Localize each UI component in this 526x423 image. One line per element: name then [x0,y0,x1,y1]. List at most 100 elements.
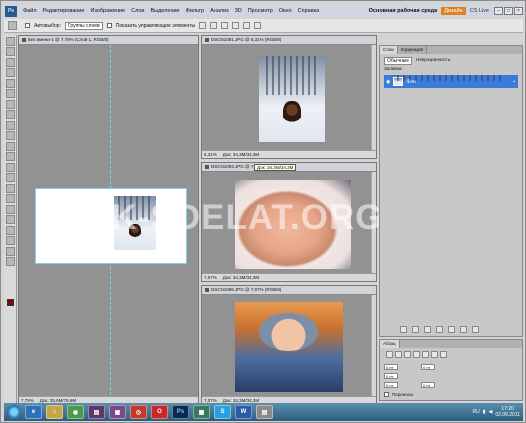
tab-adjustments[interactable]: Коррекция [398,46,428,54]
crop-tool[interactable] [6,78,15,88]
vertical-scrollbar[interactable] [371,45,376,150]
new-group-icon[interactable] [448,326,455,333]
eyedropper-tool[interactable] [6,89,15,98]
hyphenation-checkbox[interactable] [384,392,389,397]
taskbar-app-media[interactable]: ▤ [88,405,105,419]
add-mask-icon[interactable] [424,326,431,333]
tab-layers[interactable]: Слои [380,46,398,54]
move-tool[interactable] [6,36,15,46]
clone-tool[interactable] [6,120,15,130]
adjustment-layer-icon[interactable] [436,326,443,333]
placed-photo-snow[interactable] [114,196,156,250]
tab-dscn1081[interactable]: DSCN1081.JPG @ 5,31% (RGB/8) [202,36,376,45]
menu-edit[interactable]: Редактирование [40,8,88,14]
align-top-icon[interactable] [199,22,207,29]
cs-live-button[interactable]: CS Live [470,8,489,14]
align-right-text-icon[interactable] [404,351,411,358]
quick-select-tool[interactable] [6,68,15,77]
justify-right-icon[interactable] [431,351,438,358]
eraser-tool[interactable] [6,141,15,151]
new-layer-icon[interactable] [460,326,467,333]
close-icon[interactable]: × [514,7,523,15]
3d-rotate-tool[interactable] [6,225,15,235]
taskbar-app-player[interactable]: ▣ [109,405,126,419]
taskbar-app-chrome[interactable]: ◉ [67,405,84,419]
tab-dscn1096[interactable]: DSCN1096.JPG @ 7,07% (RGB/8) [202,286,376,295]
hand-tool[interactable] [6,246,15,256]
layer-row-background[interactable]: ◉ Фон ▪ [384,75,518,88]
history-brush-tool[interactable] [6,131,15,140]
autoselect-checkbox[interactable] [25,23,30,28]
dodge-tool[interactable] [6,173,15,182]
type-tool[interactable] [6,194,15,203]
maximize-icon[interactable]: □ [504,7,513,15]
menu-window[interactable]: Окно [276,8,295,14]
gradient-tool[interactable] [6,152,15,161]
zoom-readout[interactable]: 7,07% [204,274,217,281]
align-right-icon[interactable] [254,22,262,29]
minimize-icon[interactable]: – [494,7,503,15]
taskbar-app-explorer[interactable]: ⌂ [46,405,63,419]
justify-left-icon[interactable] [413,351,420,358]
blur-tool[interactable] [6,162,15,172]
path-select-tool[interactable] [6,204,15,214]
visibility-eye-icon[interactable]: ◉ [386,79,390,85]
tab-paragraph[interactable]: Абзац [380,340,400,348]
menu-help[interactable]: Справка [295,8,323,14]
language-indicator[interactable]: RU [472,409,479,415]
trash-icon[interactable] [472,326,479,333]
marquee-tool[interactable] [6,47,15,56]
shape-tool[interactable] [6,215,15,224]
autoselect-dropdown[interactable]: Группы слоев [64,21,103,30]
taskbar-app-word[interactable]: W [235,405,252,419]
align-center-text-icon[interactable] [395,351,402,358]
zoom-tool[interactable] [6,257,15,266]
zoom-readout[interactable]: 5,31% [204,151,217,158]
taskbar-app-calc[interactable]: ▦ [193,405,210,419]
space-before-input[interactable]: 0 пт [384,382,398,388]
indent-right-input[interactable]: 0 пт [421,364,435,370]
healing-tool[interactable] [6,99,15,109]
3d-orbit-tool[interactable] [6,236,15,245]
vertical-scrollbar[interactable] [371,172,376,273]
move-tool-icon[interactable] [8,21,17,30]
align-left-icon[interactable] [232,22,240,29]
menu-filter[interactable]: Фильтр [183,8,207,14]
lasso-tool[interactable] [6,57,15,67]
workspace-label[interactable]: Основная рабочая среда [369,8,438,14]
space-after-input[interactable]: 0 пт [421,382,435,388]
justify-all-icon[interactable] [440,351,447,358]
align-center-icon[interactable] [243,22,251,29]
menu-analysis[interactable]: Анализ [207,8,232,14]
taskbar-app-ie[interactable]: e [25,405,42,419]
align-bottom-icon[interactable] [221,22,229,29]
show-controls-checkbox[interactable] [106,23,112,28]
tab-untitled[interactable]: Без имени-1 @ 7,78% (Слой 1, RGB/8) [19,36,198,45]
vertical-scrollbar[interactable] [371,295,376,396]
pen-tool[interactable] [6,183,15,193]
taskbar-app-other[interactable]: ▤ [256,405,273,419]
start-button[interactable] [7,405,21,419]
menu-image[interactable]: Изображение [87,8,128,14]
design-workspace-button[interactable]: Дизайн [441,7,466,15]
menu-view[interactable]: Просмотр [245,8,276,14]
taskbar-app-recorder[interactable]: ◎ [130,405,147,419]
taskbar-app-photoshop[interactable]: Ps [172,405,189,419]
justify-center-icon[interactable] [422,351,429,358]
menu-file[interactable]: Файл [20,8,40,14]
foreground-color-swatch[interactable] [7,299,14,306]
indent-left-input[interactable]: 0 пт [384,364,398,370]
menu-3d[interactable]: 3D [232,8,245,14]
volume-icon[interactable]: ◀ [488,409,492,415]
clock[interactable]: 17:20 02.09.2011 [495,406,520,418]
canvas-artboard[interactable] [35,188,187,264]
taskbar-app-opera[interactable]: O [151,405,168,419]
blend-mode-dropdown[interactable]: Обычные [384,57,413,65]
brush-tool[interactable] [6,110,15,119]
align-left-text-icon[interactable] [386,351,393,358]
network-icon[interactable]: ▮ [483,409,486,415]
menu-select[interactable]: Выделение [147,8,182,14]
taskbar-app-skype[interactable]: S [214,405,231,419]
first-line-indent-input[interactable]: 0 пт [384,373,398,379]
link-layers-icon[interactable] [400,326,407,333]
